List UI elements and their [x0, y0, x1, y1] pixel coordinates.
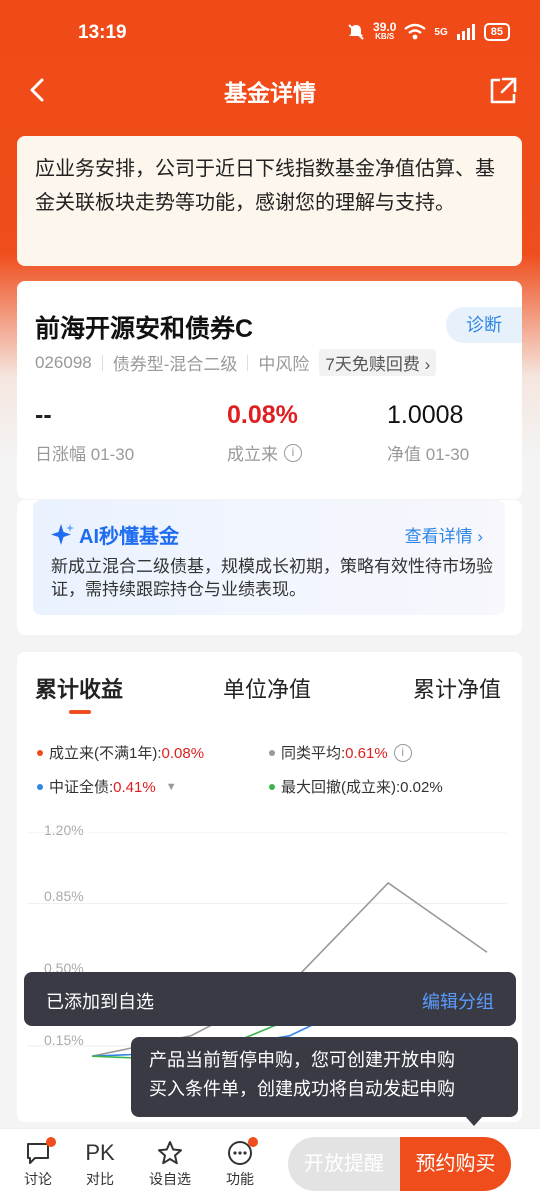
share-button[interactable] — [484, 70, 520, 110]
fund-code: 026098 — [35, 352, 92, 372]
pk-icon: PK — [85, 1140, 115, 1165]
tab-cumulative-nav[interactable]: 累计净值 — [413, 672, 501, 704]
added-to-watchlist-toast: 已添加到自选 编辑分组 — [24, 972, 516, 1026]
status-time: 13:19 — [78, 22, 127, 43]
network-speed: 39.0 KB/S — [373, 20, 397, 41]
open-reminder-button[interactable]: 开放提醒 — [288, 1137, 400, 1191]
nav-stat: 1.0008 净值 01-30 — [387, 401, 469, 465]
legend-index[interactable]: 中证全债:0.41% ▼ — [37, 776, 177, 797]
ai-title: AI秒懂基金 — [49, 520, 179, 549]
since-inception-label: 成立来 — [227, 445, 278, 464]
ai-summary-text: 新成立混合二级债基，规模成长初期，策略有效性待市场验证，需持续跟踪持仓与业绩表现… — [51, 557, 493, 599]
network-type: 5G — [434, 26, 448, 38]
bottom-action-bar: 讨论 PK 对比 设自选 功能 开放提醒 预约购买 — [0, 1128, 540, 1200]
fund-type: 债券型-混合二级 — [112, 355, 238, 374]
info-icon[interactable]: i — [393, 743, 412, 762]
legend-dot — [269, 783, 275, 790]
daily-change-label: 日涨幅 01-30 — [35, 445, 135, 464]
fund-risk: 中风险 — [258, 355, 310, 374]
divider — [101, 354, 103, 371]
caret-down-icon: ▼ — [165, 780, 177, 793]
sparkle-icon — [51, 523, 74, 545]
signal-icon — [456, 24, 475, 40]
service-notice: 应业务安排，公司于近日下线指数基金净值估算、基金关联板块走势等功能，感谢您的理解… — [17, 136, 522, 266]
legend-peer-average: 同类平均:0.61% i — [269, 742, 412, 763]
edit-group-link[interactable]: 编辑分组 — [422, 988, 494, 1014]
legend-dot — [269, 749, 275, 756]
active-tab-indicator — [69, 710, 91, 714]
fee-tag[interactable]: 7天免赎回费 › — [319, 349, 437, 376]
notification-badge — [248, 1137, 258, 1147]
legend-dot — [37, 749, 43, 756]
functions-button[interactable]: 功能 — [210, 1137, 270, 1189]
discuss-button[interactable]: 讨论 — [8, 1137, 68, 1189]
add-watchlist-button[interactable]: 设自选 — [140, 1137, 200, 1189]
legend-fund: 成立来(不满1年):0.08% — [37, 742, 204, 763]
ai-summary-card: AI秒懂基金 查看详情 › 新成立混合二级债基，规模成长初期，策略有效性待市场验… — [17, 500, 522, 635]
since-inception-stat: 0.08% 成立来 i — [227, 401, 302, 465]
status-bar: 13:19 39.0 KB/S 5G 85 — [0, 0, 540, 64]
reserve-purchase-button[interactable]: 预约购买 — [400, 1137, 511, 1191]
ai-view-details-link[interactable]: 查看详情 › — [405, 522, 483, 547]
info-icon[interactable]: i — [284, 443, 302, 462]
toast-message: 已添加到自选 — [46, 992, 154, 1012]
battery-indicator: 85 — [483, 23, 510, 41]
fund-summary-card: 前海开源安和债券C 诊断 026098 债券型-混合二级 中风险 7天免赎回费 … — [17, 281, 522, 499]
notification-badge — [46, 1137, 56, 1147]
tab-unit-nav[interactable]: 单位净值 — [223, 672, 311, 704]
fund-meta: 026098 债券型-混合二级 中风险 7天免赎回费 › — [35, 349, 437, 376]
purchase-paused-tooltip: 产品当前暂停申购，您可创建开放申购 买入条件单，创建成功将自动发起申购 — [131, 1037, 518, 1117]
divider — [247, 354, 249, 371]
page-title: 基金详情 — [224, 80, 316, 106]
legend-dot — [37, 783, 43, 790]
series-line-同类平均 — [91, 881, 488, 1057]
chevron-right-icon: › — [424, 355, 431, 374]
fund-name: 前海开源安和债券C — [35, 315, 254, 343]
legend-max-drawdown: 最大回撤(成立来):0.02% — [269, 776, 443, 797]
tooltip-arrow — [465, 1116, 483, 1126]
chart-tabs: 累计收益 单位净值 累计净值 — [17, 672, 522, 722]
tooltip-line: 买入条件单，创建成功将自动发起申购 — [149, 1079, 455, 1099]
daily-change-stat: -- 日涨幅 01-30 — [35, 401, 134, 465]
tab-cumulative-return[interactable]: 累计收益 — [35, 672, 123, 704]
daily-change-value: -- — [35, 401, 52, 429]
compare-button[interactable]: PK 对比 — [70, 1137, 130, 1189]
star-icon — [158, 1141, 182, 1165]
mute-icon — [348, 24, 364, 40]
nav-value: 1.0008 — [387, 401, 464, 429]
since-inception-value: 0.08% — [227, 401, 298, 429]
nav-label: 净值 01-30 — [387, 445, 470, 464]
status-icons: 39.0 KB/S 5G 85 — [347, 20, 510, 42]
chevron-right-icon: › — [477, 527, 483, 546]
wifi-icon — [404, 23, 427, 40]
nav-bar: 基金详情 — [0, 64, 540, 116]
share-icon — [490, 77, 517, 104]
diagnose-button[interactable]: 诊断 — [446, 307, 522, 343]
tooltip-line: 产品当前暂停申购，您可创建开放申购 — [149, 1050, 455, 1070]
ai-summary-panel[interactable]: AI秒懂基金 查看详情 › 新成立混合二级债基，规模成长初期，策略有效性待市场验… — [33, 500, 505, 615]
